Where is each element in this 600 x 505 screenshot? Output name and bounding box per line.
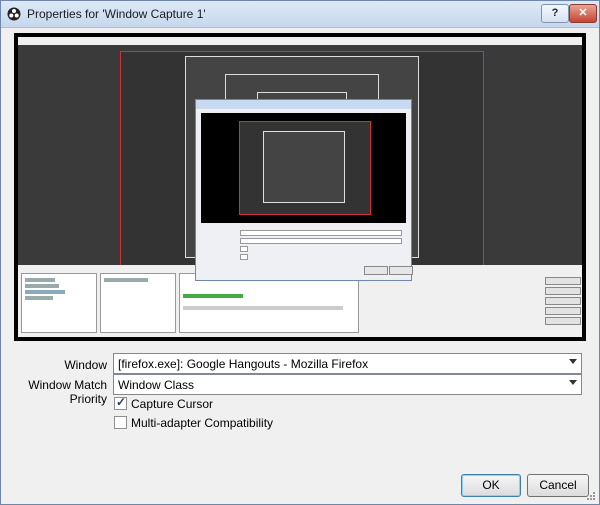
properties-window: Properties for 'Window Capture 1' ? ✕ Wi… bbox=[0, 0, 600, 505]
title-bar[interactable]: Properties for 'Window Capture 1' ? ✕ bbox=[1, 1, 599, 28]
preview-sources-panel bbox=[100, 273, 176, 333]
window-select[interactable]: [firefox.exe]: Google Hangouts - Mozilla… bbox=[113, 353, 582, 374]
help-button[interactable]: ? bbox=[541, 4, 569, 23]
preview-mixer-panel bbox=[179, 273, 359, 333]
window-select-value: [firefox.exe]: Google Hangouts - Mozilla… bbox=[118, 357, 369, 371]
resize-grip-icon[interactable] bbox=[586, 491, 596, 501]
close-icon: ✕ bbox=[578, 7, 588, 19]
cancel-button[interactable]: Cancel bbox=[527, 474, 589, 497]
chevron-down-icon bbox=[569, 359, 577, 364]
obs-logo-icon bbox=[7, 7, 21, 21]
window-title: Properties for 'Window Capture 1' bbox=[27, 7, 206, 21]
priority-select-value: Window Class bbox=[118, 378, 195, 392]
window-match-priority-select[interactable]: Window Class bbox=[113, 374, 582, 395]
preview-nested-dialog bbox=[195, 99, 413, 281]
capture-cursor-label[interactable]: Capture Cursor bbox=[131, 397, 213, 411]
multi-adapter-checkbox[interactable] bbox=[114, 416, 127, 429]
preview-obs-window bbox=[18, 37, 582, 337]
close-button[interactable]: ✕ bbox=[569, 4, 597, 23]
window-label: Window bbox=[64, 358, 107, 372]
checkmark-icon: ✓ bbox=[116, 395, 127, 409]
preview-scenes-panel bbox=[21, 273, 97, 333]
capture-cursor-checkbox[interactable]: ✓ bbox=[114, 395, 127, 410]
capture-preview bbox=[14, 33, 586, 341]
priority-label: Window Match Priority bbox=[28, 378, 107, 406]
ok-button[interactable]: OK bbox=[461, 474, 521, 497]
preview-menu-bar bbox=[18, 37, 582, 45]
chevron-down-icon bbox=[569, 380, 577, 385]
multi-adapter-label[interactable]: Multi-adapter Compatibility bbox=[131, 416, 273, 430]
help-icon: ? bbox=[551, 7, 559, 19]
